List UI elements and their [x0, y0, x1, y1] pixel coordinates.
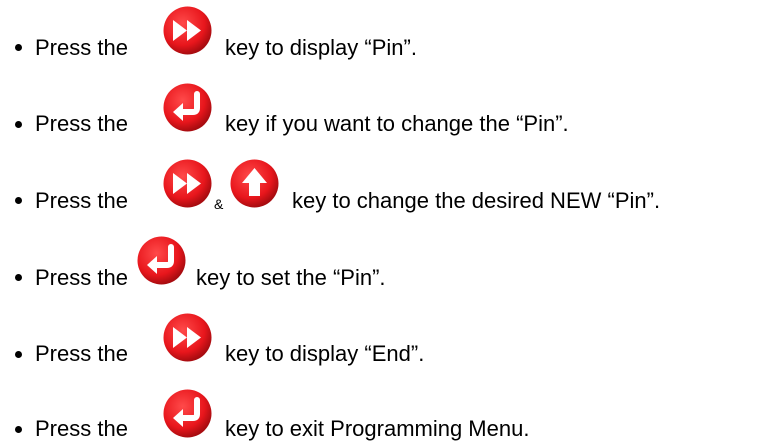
enter-return-icon [136, 235, 187, 286]
step-prefix: Press the [35, 416, 128, 441]
step-suffix: key to display “End”. [225, 341, 425, 366]
step-suffix: key if you want to change the “Pin”. [225, 111, 569, 136]
ampersand: & [214, 196, 224, 212]
bullet [15, 44, 22, 51]
bullet [15, 197, 22, 204]
bullet [15, 121, 22, 128]
up-arrow-icon [229, 158, 280, 209]
step-suffix: key to display “Pin”. [225, 35, 417, 60]
step-suffix: key to set the “Pin”. [196, 265, 386, 290]
step-prefix: Press the [35, 341, 128, 366]
fast-forward-icon [162, 158, 213, 209]
enter-return-icon [162, 388, 213, 439]
fast-forward-icon [162, 5, 213, 56]
enter-return-icon [162, 82, 213, 133]
bullet [15, 274, 22, 281]
bullet [15, 351, 22, 358]
step-suffix: key to exit Programming Menu. [225, 416, 530, 441]
step-prefix: Press the [35, 188, 128, 213]
step-prefix: Press the [35, 35, 128, 60]
fast-forward-icon [162, 312, 213, 363]
step-prefix: Press the [35, 265, 128, 290]
step-suffix: key to change the desired NEW “Pin”. [292, 188, 661, 213]
step-prefix: Press the [35, 111, 128, 136]
bullet [15, 426, 22, 433]
